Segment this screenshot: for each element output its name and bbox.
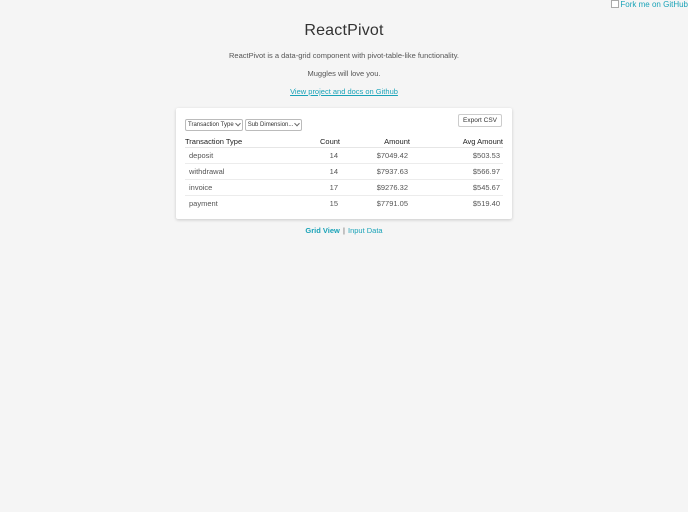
cell-avg-amount: $519.40 (472, 199, 500, 208)
header-amount[interactable]: Amount (340, 136, 410, 148)
muggles-text: Muggles will love you. (307, 69, 381, 78)
table-row[interactable]: deposit 14 $7049.42 $503.53 (185, 147, 503, 164)
chevron-down-icon (234, 120, 241, 127)
header-transaction-type[interactable]: Transaction Type (185, 136, 280, 148)
export-csv-button[interactable]: Export CSV (458, 114, 502, 127)
cell-type: withdrawal (185, 163, 280, 180)
view-switcher: Grid View | Input Data (0, 226, 688, 235)
cell-amount: $7791.05 (376, 199, 408, 208)
cell-amount: $7937.63 (340, 163, 410, 180)
broken-image-icon (611, 0, 620, 8)
cell-count: 17 (280, 179, 340, 196)
header-count[interactable]: Count (280, 136, 340, 148)
tagline: ReactPivot is a data-grid component with… (229, 51, 459, 60)
cell-type: deposit (185, 147, 280, 164)
cell-avg-amount: $545.67 (410, 179, 503, 196)
dimension-select[interactable]: Transaction Type (185, 119, 243, 131)
cell-count: 15 (329, 199, 338, 208)
pivot-card: Transaction Type Sub Dimension... Export… (176, 108, 512, 219)
chevron-down-icon (294, 120, 301, 127)
page-title: ReactPivot (304, 22, 384, 39)
cell-amount: $9276.32 (340, 179, 410, 196)
cell-avg-amount: $566.97 (410, 163, 503, 180)
cell-avg-amount: $503.53 (410, 147, 503, 164)
header-avg-amount[interactable]: Avg Amount (410, 136, 503, 148)
cell-amount: $7049.42 (340, 147, 410, 164)
cell-count: 14 (280, 147, 340, 164)
header: ReactPivot ReactPivot is a data-grid com… (0, 0, 688, 99)
sub-dimension-select[interactable]: Sub Dimension... (244, 119, 303, 131)
cell-count: 14 (280, 163, 340, 180)
table-row[interactable]: withdrawal 14 $7937.63 $566.97 (185, 163, 503, 180)
table-row[interactable]: invoice 17 $9276.32 $545.67 (185, 179, 503, 196)
dimension-controls: Transaction Type Sub Dimension... (185, 119, 303, 131)
fork-banner-alt-text: Fork me on GitHub (620, 0, 688, 9)
sub-dimension-select-value: Sub Dimension... (247, 122, 294, 128)
fork-me-github-banner[interactable]: Fork me on GitHub (611, 0, 688, 9)
grid-view-link[interactable]: Grid View (305, 226, 339, 235)
cell-type: payment (189, 199, 218, 208)
dimension-select-value: Transaction Type (188, 122, 234, 128)
cell-type: invoice (185, 179, 280, 196)
docs-link[interactable]: View project and docs on Github (290, 87, 398, 96)
page: Fork me on GitHub ReactPivot ReactPivot … (0, 0, 688, 512)
input-data-link[interactable]: Input Data (348, 226, 383, 235)
table-row[interactable]: payment 15 $7791.05 $519.40 (185, 196, 503, 212)
view-separator: | (342, 226, 345, 235)
pivot-table: Transaction Type Count Amount Avg Amount… (185, 136, 503, 211)
table-header-row: Transaction Type Count Amount Avg Amount (185, 136, 503, 148)
